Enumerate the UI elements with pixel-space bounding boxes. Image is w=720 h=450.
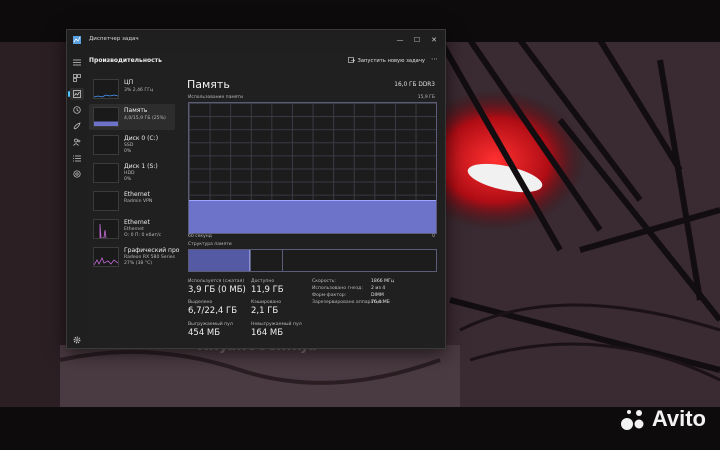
device-name: Память — [124, 107, 148, 114]
details-icon[interactable] — [70, 152, 84, 164]
device-throughput: О: 0 П: 0 кбит/с — [124, 233, 162, 238]
device-disk-0[interactable]: Диск 0 (C:) SSD 0% — [89, 132, 175, 158]
device-usage: 0% — [124, 177, 132, 182]
ethernet-thumbnail — [93, 191, 119, 211]
nav-rail — [67, 52, 87, 348]
disk-1-thumbnail — [93, 163, 119, 183]
more-options-icon[interactable]: ⋯ — [431, 55, 438, 63]
minimize-button[interactable]: — — [393, 33, 407, 47]
device-model: Radeon RX 580 Series — [124, 255, 175, 260]
device-gpu[interactable]: Графический про Radeon RX 580 Series 27%… — [89, 244, 179, 270]
device-disk-1[interactable]: Диск 1 (S:) HDD 0% — [89, 160, 175, 186]
device-usage: 0% — [124, 149, 132, 154]
in-use-label: Используется (сжатая) — [188, 279, 245, 284]
speed-value: 1866 МГц — [371, 279, 395, 284]
cached-label: Кэшировано — [251, 300, 282, 305]
device-ethernet[interactable]: Ethernet Ethernet О: 0 П: 0 кбит/с — [89, 216, 175, 242]
speed-label: Скорость: — [312, 279, 336, 284]
page-title: Производительность — [89, 57, 162, 64]
device-cpu[interactable]: ЦП 3% 2,46 ГГц — [89, 76, 175, 102]
users-icon[interactable] — [70, 136, 84, 148]
device-name: Графический про — [124, 247, 180, 254]
form-factor-label: Форм-фактор: — [312, 293, 347, 298]
device-type: SSD — [124, 143, 134, 148]
paged-pool-label: Выгружаемый пул — [188, 322, 233, 327]
usage-graph-max: 15,9 ГБ — [417, 95, 435, 100]
gpu-thumbnail — [93, 247, 119, 267]
task-manager-window: Диспетчер задач — ☐ ✕ Производительность… — [66, 29, 446, 349]
nonpaged-pool-label: Невыгружаемый пул — [251, 322, 302, 327]
committed-value: 6,7/22,4 ГБ — [188, 306, 238, 316]
app-history-icon[interactable] — [70, 104, 84, 116]
nonpaged-pool-value: 164 МБ — [251, 328, 284, 338]
title-bar[interactable]: Диспетчер задач — ☐ ✕ — [67, 30, 445, 52]
maximize-button[interactable]: ☐ — [410, 33, 424, 47]
slots-value: 2 из 4 — [371, 286, 386, 291]
device-usage: 27% (38 °C) — [124, 261, 153, 266]
performance-icon[interactable] — [68, 88, 84, 100]
memory-title: Память — [187, 78, 230, 91]
avito-logo: Avito — [620, 406, 706, 432]
device-ethernet-radmin[interactable]: Ethernet Radmin VPN — [89, 188, 175, 214]
in-use-value: 3,9 ГБ (0 МБ) — [188, 285, 246, 295]
disk-0-thumbnail — [93, 135, 119, 155]
available-label: Доступно — [251, 279, 275, 284]
avito-dots-icon — [620, 410, 644, 430]
device-type: HDD — [124, 171, 135, 176]
services-icon[interactable] — [70, 168, 84, 180]
slots-label: Использовано гнезд: — [312, 286, 363, 291]
structure-free — [283, 250, 436, 271]
device-detail: 4,0/15,9 ГБ (25%) — [124, 116, 166, 121]
device-adapter: Ethernet — [124, 227, 144, 232]
letterbox-bottom — [0, 407, 720, 450]
menu-icon[interactable] — [70, 56, 84, 68]
cached-value: 2,1 ГБ — [251, 306, 279, 316]
device-memory[interactable]: Память 4,0/15,9 ГБ (25%) — [89, 104, 175, 130]
close-button[interactable]: ✕ — [427, 33, 441, 47]
usage-graph-label: Использование памяти — [188, 95, 244, 100]
device-name: Диск 0 (C:) — [124, 135, 159, 142]
task-manager-app-icon — [73, 36, 81, 44]
structure-standby — [250, 250, 283, 271]
memory-total: 16,0 ГБ DDR3 — [394, 82, 435, 88]
reserved-value: 76,4 МБ — [371, 300, 390, 305]
graph-time-label: 60 секунд — [188, 234, 212, 239]
device-detail: 3% 2,46 ГГц — [124, 88, 154, 93]
memory-usage-fill — [189, 199, 436, 233]
processes-icon[interactable] — [70, 72, 84, 84]
memory-usage-graph — [188, 102, 437, 234]
graph-zero-label: 0 — [432, 234, 435, 239]
device-name: Ethernet — [124, 219, 150, 226]
committed-label: Выделено — [188, 300, 213, 305]
settings-icon[interactable] — [70, 334, 84, 346]
memory-structure-bar — [188, 249, 437, 272]
device-name: Ethernet — [124, 191, 150, 198]
device-name: Диск 1 (S:) — [124, 163, 158, 170]
form-factor-value: DIMM — [371, 293, 384, 298]
memory-thumbnail — [93, 107, 119, 127]
window-title: Диспетчер задач — [89, 36, 139, 42]
paged-pool-value: 454 МБ — [188, 328, 221, 338]
structure-in-use — [189, 250, 249, 271]
run-task-icon — [347, 57, 355, 63]
ethernet-thumbnail — [93, 219, 119, 239]
cpu-thumbnail — [93, 79, 119, 99]
run-new-task-button[interactable]: Запустить новую задачу — [347, 57, 426, 64]
page-header: Производительность Запустить новую задач… — [87, 52, 445, 70]
run-task-label: Запустить новую задачу — [357, 57, 426, 64]
device-adapter: Radmin VPN — [124, 199, 153, 204]
avito-text: Avito — [651, 406, 706, 431]
device-list: ЦП 3% 2,46 ГГц Память 4,0/15,9 ГБ (25%) … — [87, 74, 179, 272]
startup-icon[interactable] — [70, 120, 84, 132]
device-name: ЦП — [124, 79, 134, 86]
available-value: 11,9 ГБ — [251, 285, 284, 295]
structure-label: Структура памяти — [188, 242, 232, 247]
